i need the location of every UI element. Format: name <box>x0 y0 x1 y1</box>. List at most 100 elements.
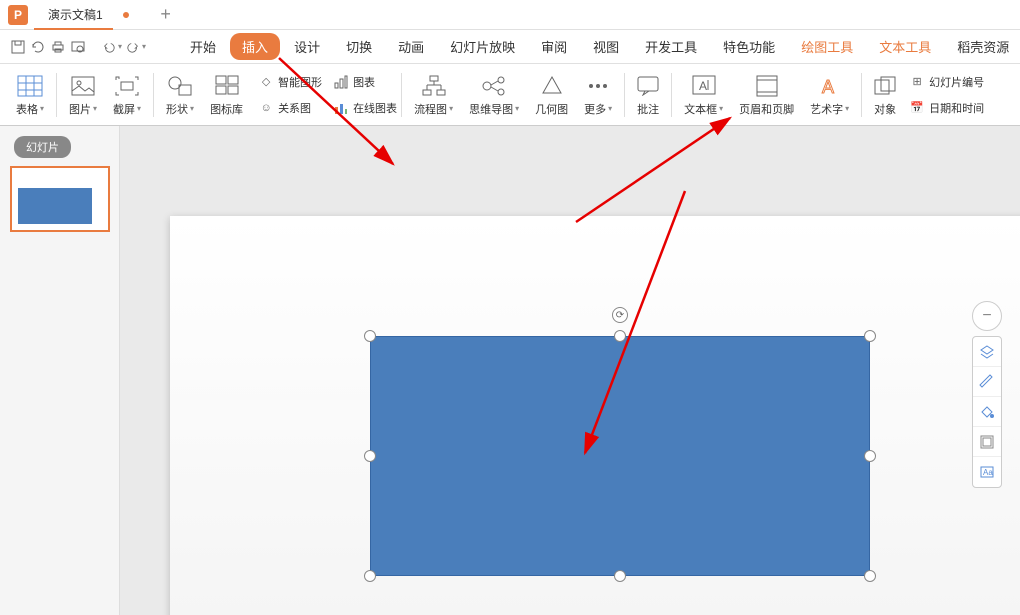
tab-transition[interactable]: 切换 <box>334 33 384 60</box>
textbox-button[interactable]: A 文本框▾ <box>676 67 731 123</box>
date-time-button[interactable]: 📅日期和时间 <box>908 96 984 120</box>
refresh-icon[interactable] <box>30 36 46 58</box>
screenshot-label: 截屏 <box>113 101 135 117</box>
header-footer-button[interactable]: 页眉和页脚 <box>731 67 802 123</box>
resize-handle-n[interactable] <box>614 330 626 342</box>
smart-shape-label: 智能图形 <box>278 74 322 90</box>
annotate-icon <box>637 73 659 99</box>
table-button[interactable]: 表格▾ <box>8 67 52 123</box>
app-icon: P <box>8 5 28 25</box>
slide-number-label: 幻灯片编号 <box>929 74 984 90</box>
resize-handle-se[interactable] <box>864 570 876 582</box>
separator <box>671 73 672 117</box>
object-button[interactable]: 对象 <box>866 67 904 123</box>
tab-start[interactable]: 开始 <box>178 33 228 60</box>
pen-button[interactable] <box>973 367 1001 397</box>
smart-shape-button[interactable]: ◇智能图形 <box>257 70 322 94</box>
main-area: 幻灯片 ⟳ − Aa <box>0 126 1020 615</box>
slide-panel: 幻灯片 <box>0 126 120 615</box>
unsaved-dot-icon <box>123 12 129 18</box>
header-footer-label: 页眉和页脚 <box>739 101 794 117</box>
textbox-icon: A <box>692 73 716 99</box>
relation-button[interactable]: ☺关系图 <box>257 96 322 120</box>
date-time-icon: 📅 <box>908 99 926 117</box>
wordart-label: 艺术字 <box>810 101 843 117</box>
table-label: 表格 <box>16 101 38 117</box>
flowchart-icon <box>422 73 446 99</box>
mindmap-button[interactable]: 思维导图▾ <box>461 67 527 123</box>
tab-review[interactable]: 审阅 <box>529 33 579 60</box>
tab-design[interactable]: 设计 <box>282 33 332 60</box>
document-tab[interactable]: 演示文稿1 <box>34 0 143 30</box>
tab-special[interactable]: 特色功能 <box>711 33 787 60</box>
shape-icon <box>167 73 193 99</box>
slide-number-button[interactable]: ⊞幻灯片编号 <box>908 70 984 94</box>
menu-bar: ▾ ▾ 开始 插入 设计 切换 动画 幻灯片放映 审阅 视图 开发工具 特色功能… <box>0 30 1020 64</box>
collapse-float-button[interactable]: − <box>972 301 1002 331</box>
more-icon <box>587 73 609 99</box>
geometry-button[interactable]: 几何图 <box>527 67 576 123</box>
menu-tabs: 开始 插入 设计 切换 动画 幻灯片放映 审阅 视图 开发工具 特色功能 绘图工… <box>178 33 1020 60</box>
svg-text:Aa: Aa <box>983 468 993 477</box>
document-title: 演示文稿1 <box>48 6 103 23</box>
tab-slideshow[interactable]: 幻灯片放映 <box>438 33 527 60</box>
tab-text-tools[interactable]: 文本工具 <box>867 33 943 60</box>
wordart-button[interactable]: A 艺术字▾ <box>802 67 857 123</box>
new-tab-button[interactable]: + <box>151 0 181 30</box>
preview-icon[interactable] <box>70 36 86 58</box>
slide-number-icon: ⊞ <box>908 73 926 91</box>
tab-resources[interactable]: 稻壳资源 <box>945 33 1020 60</box>
resize-handle-ne[interactable] <box>864 330 876 342</box>
flowchart-button[interactable]: 流程图▾ <box>406 67 461 123</box>
object-icon <box>874 73 896 99</box>
save-icon[interactable] <box>10 36 26 58</box>
separator <box>56 73 57 117</box>
relation-label: 关系图 <box>278 100 311 116</box>
mindmap-icon <box>481 73 507 99</box>
shape-label: 形状 <box>166 101 188 117</box>
layers-button[interactable] <box>973 337 1001 367</box>
separator <box>401 73 402 117</box>
icon-library-button[interactable]: 图标库 <box>202 67 251 123</box>
float-toolbar: Aa <box>972 336 1002 488</box>
redo-button[interactable]: ▾ <box>126 36 146 58</box>
object-label: 对象 <box>874 101 896 117</box>
separator <box>153 73 154 117</box>
tab-drawing-tools[interactable]: 绘图工具 <box>789 33 865 60</box>
slide-thumbnail-1[interactable] <box>10 166 110 232</box>
undo-button[interactable]: ▾ <box>102 36 122 58</box>
tab-insert[interactable]: 插入 <box>230 33 280 60</box>
tab-devtools[interactable]: 开发工具 <box>633 33 709 60</box>
slide-canvas[interactable]: ⟳ <box>170 216 1020 615</box>
annotate-button[interactable]: 批注 <box>629 67 667 123</box>
chart-button[interactable]: 图表 <box>332 70 397 94</box>
icon-library-label: 图标库 <box>210 101 243 117</box>
resize-handle-w[interactable] <box>364 450 376 462</box>
separator <box>861 73 862 117</box>
image-button[interactable]: 图片▾ <box>61 67 105 123</box>
tab-animation[interactable]: 动画 <box>386 33 436 60</box>
selected-rectangle-shape[interactable]: ⟳ <box>370 336 870 576</box>
resize-handle-e[interactable] <box>864 450 876 462</box>
print-icon[interactable] <box>50 36 66 58</box>
online-chart-button[interactable]: 在线图表 <box>332 96 397 120</box>
flowchart-label: 流程图 <box>414 101 447 117</box>
resize-handle-nw[interactable] <box>364 330 376 342</box>
shape-button[interactable]: 形状▾ <box>158 67 202 123</box>
text-style-button[interactable]: Aa <box>973 457 1001 487</box>
svg-text:A: A <box>699 79 707 93</box>
table-icon <box>17 73 43 99</box>
tab-view[interactable]: 视图 <box>581 33 631 60</box>
fill-button[interactable] <box>973 397 1001 427</box>
svg-text:A: A <box>822 77 834 97</box>
rotate-handle[interactable]: ⟳ <box>612 307 628 323</box>
more-button[interactable]: 更多▾ <box>576 67 620 123</box>
screenshot-button[interactable]: 截屏▾ <box>105 67 149 123</box>
frame-button[interactable] <box>973 427 1001 457</box>
canvas-area[interactable]: ⟳ − Aa <box>120 126 1020 615</box>
wordart-icon: A <box>819 73 841 99</box>
smart-shape-icon: ◇ <box>257 73 275 91</box>
resize-handle-s[interactable] <box>614 570 626 582</box>
slide-panel-tag[interactable]: 幻灯片 <box>14 136 71 158</box>
resize-handle-sw[interactable] <box>364 570 376 582</box>
